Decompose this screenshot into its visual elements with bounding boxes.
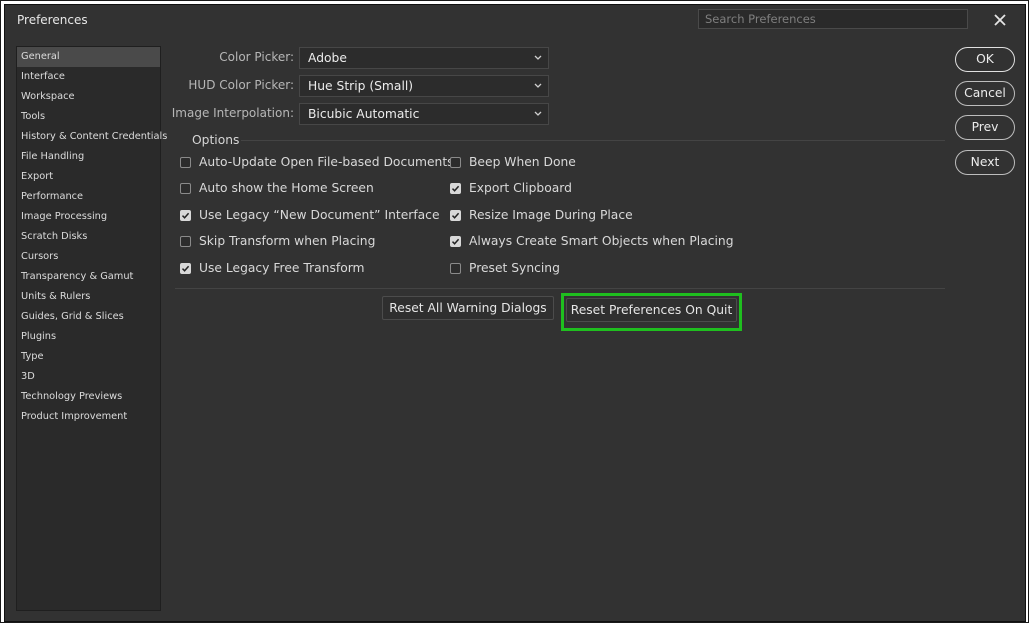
chevron-down-icon xyxy=(534,55,542,60)
ok-button[interactable]: OK xyxy=(955,47,1015,72)
sidebar-item-export[interactable]: Export xyxy=(17,167,160,187)
prev-button[interactable]: Prev xyxy=(955,115,1015,140)
checkbox-box[interactable] xyxy=(180,182,191,194)
checkbox-label: Beep When Done xyxy=(469,155,576,169)
checkbox-skip-transform[interactable]: Skip Transform when Placing xyxy=(180,234,375,248)
image-interpolation-value: Bicubic Automatic xyxy=(308,107,420,121)
sidebar-item-image-processing[interactable]: Image Processing xyxy=(17,207,160,227)
checkmark-icon xyxy=(451,185,460,192)
checkbox-preset-syncing[interactable]: Preset Syncing xyxy=(450,261,560,275)
checkbox-label: Use Legacy Free Transform xyxy=(199,261,365,275)
checkbox-label: Export Clipboard xyxy=(469,181,572,195)
window-title: Preferences xyxy=(17,13,88,27)
sidebar-item-guides-grid-slices[interactable]: Guides, Grid & Slices xyxy=(17,307,160,327)
sidebar: General Interface Workspace Tools Histor… xyxy=(16,46,167,611)
checkbox-box[interactable] xyxy=(450,235,461,247)
hud-color-picker-value: Hue Strip (Small) xyxy=(308,79,414,93)
checkbox-box[interactable] xyxy=(450,156,461,168)
reset-warning-dialogs-button[interactable]: Reset All Warning Dialogs xyxy=(382,296,554,320)
sidebar-item-cursors[interactable]: Cursors xyxy=(17,247,160,267)
close-icon xyxy=(994,14,1006,26)
sidebar-item-performance[interactable]: Performance xyxy=(17,187,160,207)
image-interpolation-label: Image Interpolation: xyxy=(171,106,294,120)
sidebar-item-plugins[interactable]: Plugins xyxy=(17,327,160,347)
checkbox-box[interactable] xyxy=(180,209,191,221)
options-divider-top xyxy=(241,140,945,141)
checkbox-beep-when-done[interactable]: Beep When Done xyxy=(450,155,576,169)
sidebar-item-technology-previews[interactable]: Technology Previews xyxy=(17,387,160,407)
checkbox-label: Auto-Update Open File-based Documents xyxy=(199,155,454,169)
sidebar-item-history-content-credentials[interactable]: History & Content Credentials xyxy=(17,127,167,147)
sidebar-item-scratch-disks[interactable]: Scratch Disks xyxy=(17,227,160,247)
checkbox-auto-show-home-screen[interactable]: Auto show the Home Screen xyxy=(180,181,374,195)
search-preferences-input[interactable] xyxy=(698,9,968,29)
checkbox-label: Skip Transform when Placing xyxy=(199,234,376,248)
checkbox-box[interactable] xyxy=(450,209,461,221)
chevron-down-icon xyxy=(534,83,542,88)
checkmark-icon xyxy=(451,238,460,245)
next-button[interactable]: Next xyxy=(955,150,1015,175)
close-button[interactable] xyxy=(989,9,1011,31)
checkbox-box[interactable] xyxy=(180,156,191,168)
hud-color-picker-label: HUD Color Picker: xyxy=(188,78,294,92)
image-interpolation-select[interactable]: Bicubic Automatic xyxy=(299,103,549,125)
checkbox-label: Always Create Smart Objects when Placing xyxy=(469,234,734,248)
options-divider-bottom xyxy=(175,288,945,289)
checkbox-resize-during-place[interactable]: Resize Image During Place xyxy=(450,208,633,222)
checkbox-auto-update-documents[interactable]: Auto-Update Open File-based Documents xyxy=(180,155,454,169)
checkmark-icon xyxy=(181,265,190,272)
options-group-label: Options xyxy=(192,133,240,147)
color-picker-label: Color Picker: xyxy=(219,50,294,64)
chevron-down-icon xyxy=(534,111,542,116)
checkbox-label: Auto show the Home Screen xyxy=(199,181,374,195)
dialog-body: Preferences General Interface Workspace … xyxy=(4,4,1026,622)
color-picker-value: Adobe xyxy=(308,51,347,65)
checkbox-label: Preset Syncing xyxy=(469,261,560,275)
cancel-button[interactable]: Cancel xyxy=(955,81,1015,106)
sidebar-item-product-improvement[interactable]: Product Improvement xyxy=(17,407,160,427)
checkmark-icon xyxy=(181,212,190,219)
checkbox-box[interactable] xyxy=(450,262,461,274)
checkmark-icon xyxy=(451,212,460,219)
checkbox-label: Resize Image During Place xyxy=(469,208,633,222)
sidebar-item-3d[interactable]: 3D xyxy=(17,367,160,387)
sidebar-item-units-rulers[interactable]: Units & Rulers xyxy=(17,287,160,307)
sidebar-item-transparency-gamut[interactable]: Transparency & Gamut xyxy=(17,267,160,287)
hud-color-picker-select[interactable]: Hue Strip (Small) xyxy=(299,75,549,97)
checkbox-smart-objects-placing[interactable]: Always Create Smart Objects when Placing xyxy=(450,234,734,248)
checkbox-box[interactable] xyxy=(180,262,191,274)
preferences-window: Preferences General Interface Workspace … xyxy=(0,0,1029,623)
checkbox-box[interactable] xyxy=(450,182,461,194)
sidebar-item-type[interactable]: Type xyxy=(17,347,160,367)
checkbox-legacy-free-transform[interactable]: Use Legacy Free Transform xyxy=(180,261,365,275)
checkbox-legacy-new-document[interactable]: Use Legacy “New Document” Interface xyxy=(180,208,440,222)
checkbox-box[interactable] xyxy=(180,235,191,247)
color-picker-select[interactable]: Adobe xyxy=(299,47,549,69)
reset-preferences-on-quit-button[interactable]: Reset Preferences On Quit xyxy=(566,298,737,322)
checkbox-export-clipboard[interactable]: Export Clipboard xyxy=(450,181,572,195)
sidebar-item-file-handling[interactable]: File Handling xyxy=(17,147,160,167)
checkbox-label: Use Legacy “New Document” Interface xyxy=(199,208,440,222)
